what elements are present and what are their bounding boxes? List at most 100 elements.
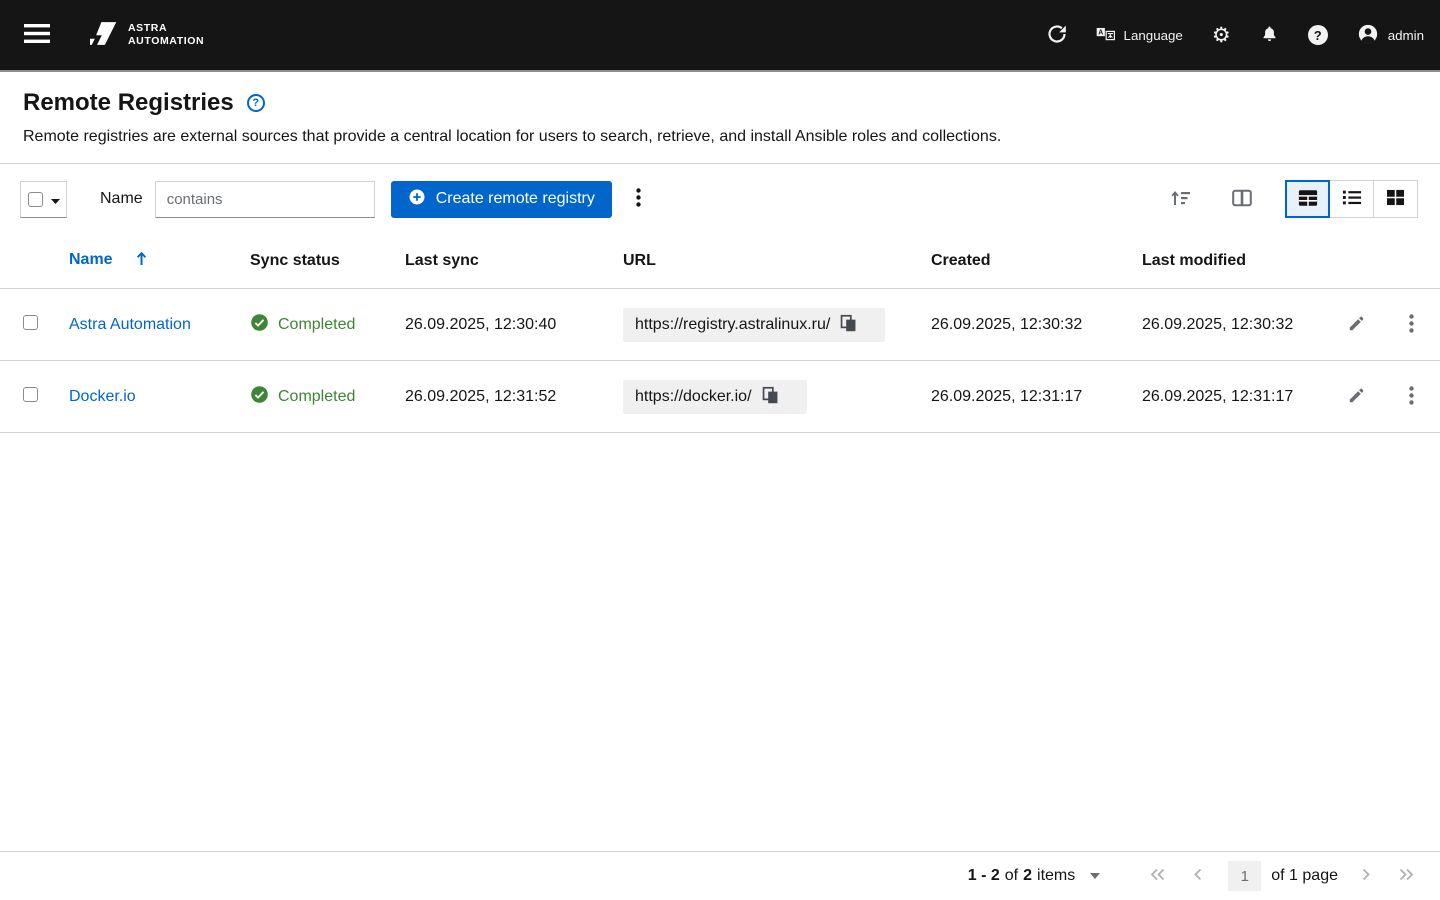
pencil-icon xyxy=(1347,314,1366,336)
angle-right-icon xyxy=(1362,868,1371,884)
menu-toggle-button[interactable] xyxy=(20,20,54,50)
check-circle-icon xyxy=(250,385,269,409)
registry-name-link[interactable]: Docker.io xyxy=(69,388,136,405)
help-button[interactable]: ? xyxy=(1307,25,1328,45)
first-page-button[interactable] xyxy=(1146,864,1169,888)
table-view-button[interactable] xyxy=(1285,180,1330,218)
grid-view-icon xyxy=(1386,189,1405,209)
column-header-url: URL xyxy=(607,234,915,289)
username-label: admin xyxy=(1387,27,1424,43)
check-circle-icon xyxy=(250,313,269,337)
sync-status-badge: Completed xyxy=(250,313,373,337)
items-per-page-toggle[interactable]: 1 - 2 of 2 items xyxy=(968,867,1101,885)
row-checkbox[interactable] xyxy=(23,386,38,402)
bell-icon xyxy=(1260,24,1279,47)
last-sync-value: 26.09.2025, 12:30:40 xyxy=(389,288,607,361)
hamburger-icon xyxy=(24,24,50,46)
view-toggle-group xyxy=(1285,180,1418,218)
registry-name-link[interactable]: Astra Automation xyxy=(69,316,191,333)
edit-registry-button[interactable] xyxy=(1345,312,1368,338)
caret-down-icon xyxy=(1090,873,1101,879)
notifications-button[interactable] xyxy=(1260,24,1279,47)
page-navigation: of 1 page xyxy=(1146,861,1418,891)
table-view-icon xyxy=(1298,189,1318,210)
topbar-actions: A Language ⚙ ? admin xyxy=(1047,23,1424,48)
last-modified-value: 26.09.2025, 12:31:17 xyxy=(1126,360,1330,433)
create-button-label: Create remote registry xyxy=(435,190,595,207)
sync-status-label: Completed xyxy=(278,387,356,405)
language-menu[interactable]: A Language xyxy=(1096,26,1183,45)
angle-double-left-icon xyxy=(1150,868,1165,884)
card-view-button[interactable] xyxy=(1373,180,1418,218)
filter-field-toggle[interactable]: Name xyxy=(100,190,143,208)
copy-url-button[interactable] xyxy=(838,312,871,338)
brand-line2: AUTOMATION xyxy=(128,35,205,47)
registry-url-pill: https://registry.astralinux.ru/ xyxy=(623,307,886,342)
header-actions-edit xyxy=(1330,234,1382,289)
column-header-last-sync: Last sync xyxy=(389,234,607,289)
page-description: Remote registries are external sources t… xyxy=(23,128,1002,145)
language-label: Language xyxy=(1123,27,1183,43)
brand-text: ASTRA AUTOMATION xyxy=(128,22,204,47)
brand-line1: ASTRA xyxy=(128,22,168,35)
table-header-row: Name Sync status Last sync URL Created L… xyxy=(0,234,1440,289)
filter-input[interactable] xyxy=(154,180,375,218)
sort-amount-icon xyxy=(1170,188,1191,211)
angle-left-icon xyxy=(1193,868,1202,884)
pencil-icon xyxy=(1347,386,1366,408)
svg-text:A: A xyxy=(1098,29,1103,36)
top-bar: ASTRA AUTOMATION A Language ⚙ ? admin xyxy=(0,0,1440,72)
last-sync-value: 26.09.2025, 12:31:52 xyxy=(389,360,607,433)
caret-down-icon xyxy=(50,192,60,207)
refresh-button[interactable] xyxy=(1047,24,1067,47)
row-kebab-menu[interactable] xyxy=(1403,310,1420,340)
created-value: 26.09.2025, 12:30:32 xyxy=(915,288,1126,361)
items-of-word: of xyxy=(1004,867,1019,884)
sort-ascending-icon xyxy=(136,251,147,270)
kebab-icon xyxy=(1408,313,1414,336)
created-value: 26.09.2025, 12:31:17 xyxy=(915,360,1126,433)
bulk-select-toggle[interactable] xyxy=(20,180,67,218)
row-checkbox[interactable] xyxy=(23,314,38,330)
next-page-button[interactable] xyxy=(1358,864,1375,888)
list-view-button[interactable] xyxy=(1329,180,1374,218)
user-menu[interactable]: admin xyxy=(1357,23,1424,48)
settings-button[interactable]: ⚙ xyxy=(1212,24,1231,46)
registry-url-value: https://registry.astralinux.ru/ xyxy=(635,315,831,333)
column-header-last-modified: Last modified xyxy=(1126,234,1330,289)
page-title-text: Remote Registries xyxy=(23,89,234,116)
brand-logo[interactable]: ASTRA AUTOMATION xyxy=(84,21,210,49)
pagination-bar: 1 - 2 of 2 items of 1 page xyxy=(0,851,1440,900)
remote-registries-table: Name Sync status Last sync URL Created L… xyxy=(0,234,1440,433)
sync-status-badge: Completed xyxy=(250,385,373,409)
page-count-label: of 1 page xyxy=(1271,867,1338,884)
current-page-input[interactable] xyxy=(1228,861,1262,891)
column-header-created: Created xyxy=(915,234,1126,289)
copy-url-button[interactable] xyxy=(760,384,793,410)
edit-registry-button[interactable] xyxy=(1345,384,1368,410)
header-select xyxy=(0,234,53,289)
copy-icon xyxy=(840,314,857,336)
previous-page-button[interactable] xyxy=(1189,864,1206,888)
create-remote-registry-button[interactable]: Create remote registry xyxy=(390,180,612,218)
astra-logo-icon xyxy=(90,22,118,48)
refresh-icon xyxy=(1047,24,1067,47)
question-icon: ? xyxy=(1307,25,1328,45)
language-icon: A xyxy=(1096,26,1115,45)
manage-columns-button[interactable] xyxy=(1230,187,1254,212)
header-actions-kebab xyxy=(1382,234,1440,289)
copy-icon xyxy=(762,386,779,408)
bulk-select-checkbox[interactable] xyxy=(27,191,43,207)
columns-icon xyxy=(1232,189,1252,210)
items-total: 2 xyxy=(1023,867,1033,884)
row-kebab-menu[interactable] xyxy=(1403,382,1420,412)
content-empty-area xyxy=(0,433,1440,851)
page-help-icon[interactable]: ? xyxy=(246,94,265,112)
last-page-button[interactable] xyxy=(1395,864,1418,888)
column-header-name[interactable]: Name xyxy=(53,234,234,289)
angle-double-right-icon xyxy=(1399,868,1414,884)
avatar-icon xyxy=(1357,23,1379,48)
toolbar-kebab-menu[interactable] xyxy=(630,184,647,214)
items-word: items xyxy=(1037,867,1076,884)
sort-options-button[interactable] xyxy=(1168,186,1193,213)
